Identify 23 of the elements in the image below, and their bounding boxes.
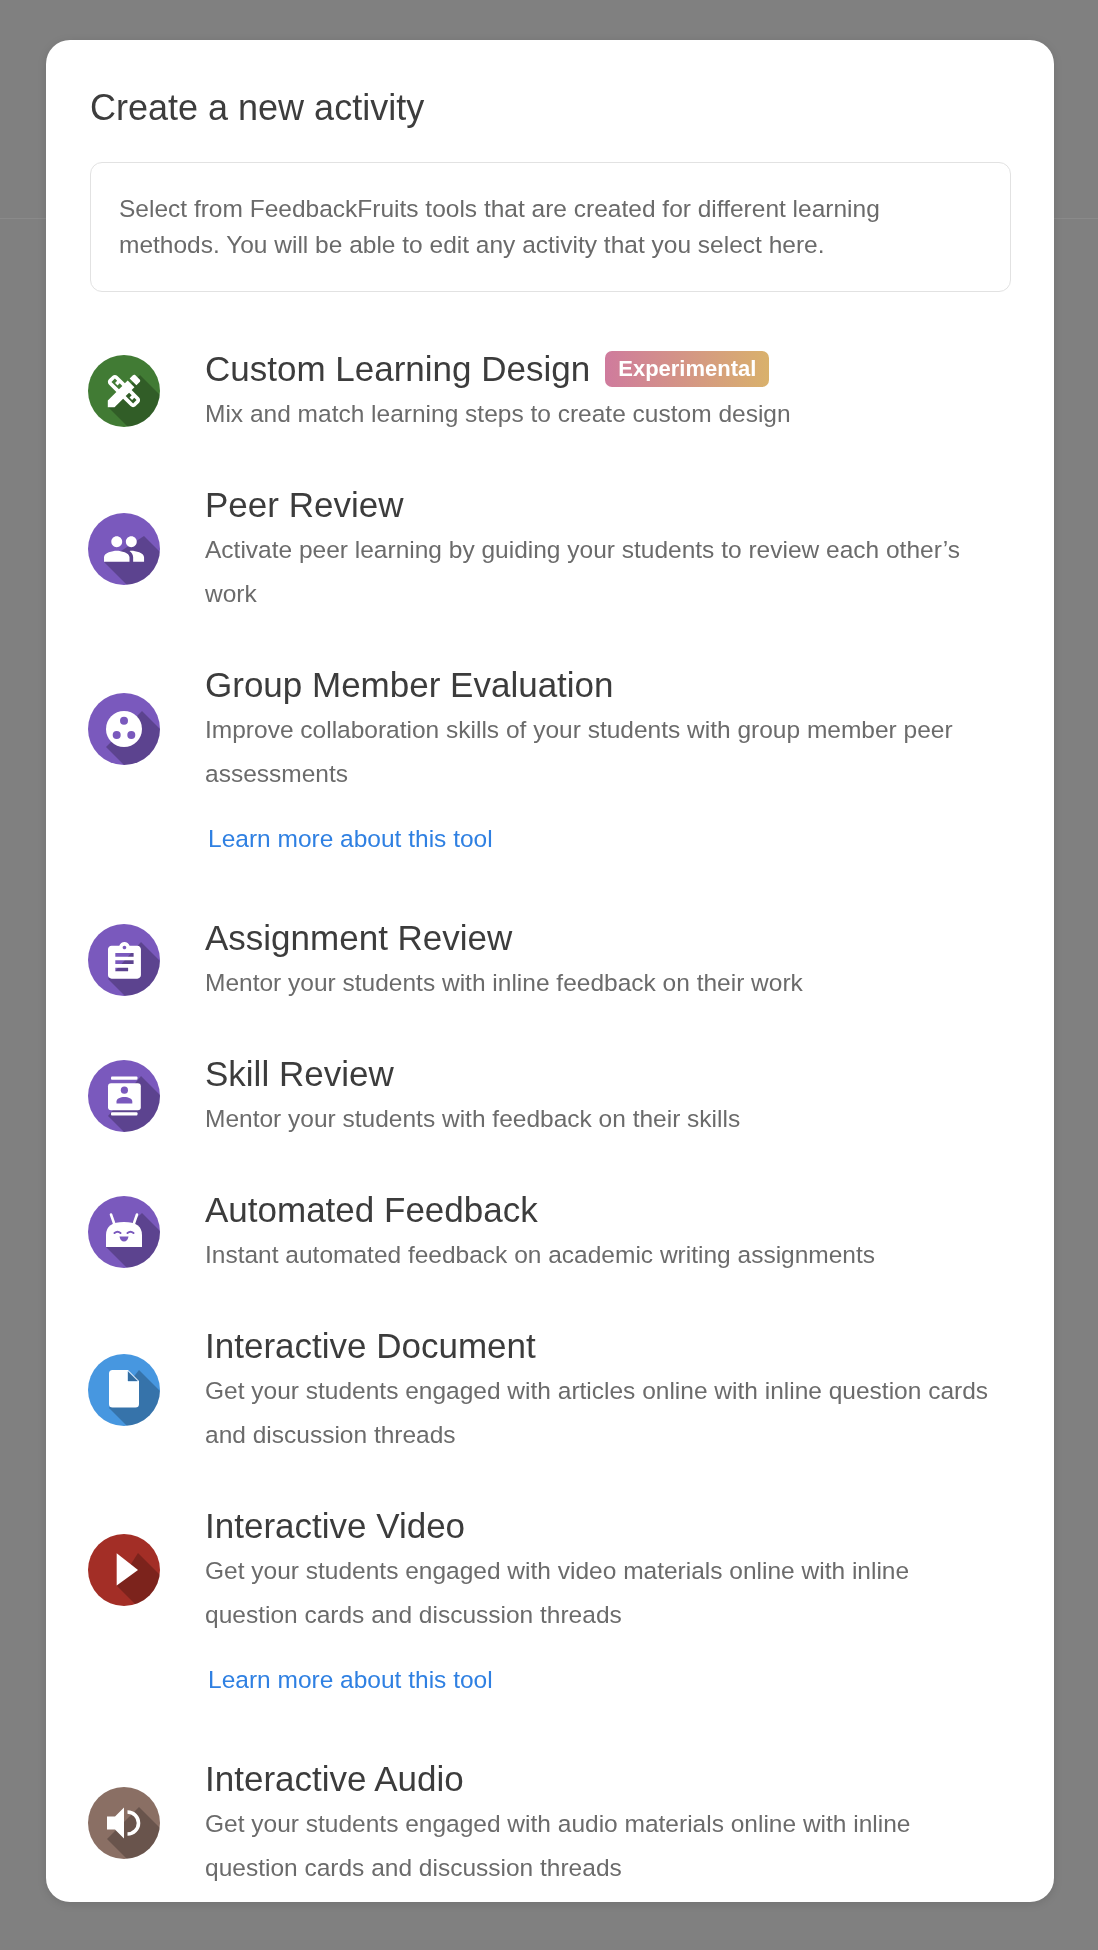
activity-title[interactable]: Custom Learning Design	[205, 346, 591, 392]
feature-badge: Experimental	[605, 351, 770, 387]
activity-description: Mentor your students with feedback on their skills	[205, 1104, 742, 1134]
activity-title[interactable]: Interactive Audio	[205, 1756, 464, 1802]
activity-description: Get your students engaged with video materials online with inline question cards and discussion threads	[205, 1556, 911, 1630]
activity-title[interactable]: Assignment Review	[205, 915, 513, 961]
activity-description: Activate peer learning by guiding your students to review each other’s work	[205, 535, 961, 609]
activity-title[interactable]: Interactive Video	[205, 1503, 466, 1549]
activity-title[interactable]: Skill Review	[205, 1051, 394, 1097]
learn-more-link[interactable]: Learn more about this tool	[208, 1660, 493, 1700]
activity-description: Mix and match learning steps to create custom design	[205, 399, 792, 429]
activity-title[interactable]: Automated Feedback	[205, 1187, 538, 1233]
intro-panel: Select from FeedbackFruits tools that are created for different learning methods. You will be able to edit any activity that you select here.	[90, 162, 1011, 292]
activity-title[interactable]: Peer Review	[205, 482, 404, 528]
dialog-title: Create a new activity	[90, 86, 426, 130]
activity-description: Mentor your students with inline feedback on their work	[205, 968, 804, 998]
activity-description: Improve collaboration skills of your students with group member peer assessments	[205, 715, 954, 789]
activity-description: Get your students engaged with audio materials online with inline question cards and discussion threads	[205, 1809, 912, 1883]
activity-description: Instant automated feedback on academic writing assignments	[205, 1240, 877, 1270]
activity-description: Get your students engaged with articles online with inline question cards and discussion threads	[205, 1376, 990, 1450]
activity-title[interactable]: Group Member Evaluation	[205, 662, 614, 708]
learn-more-link[interactable]: Learn more about this tool	[208, 819, 493, 859]
activity-title[interactable]: Interactive Document	[205, 1323, 536, 1369]
